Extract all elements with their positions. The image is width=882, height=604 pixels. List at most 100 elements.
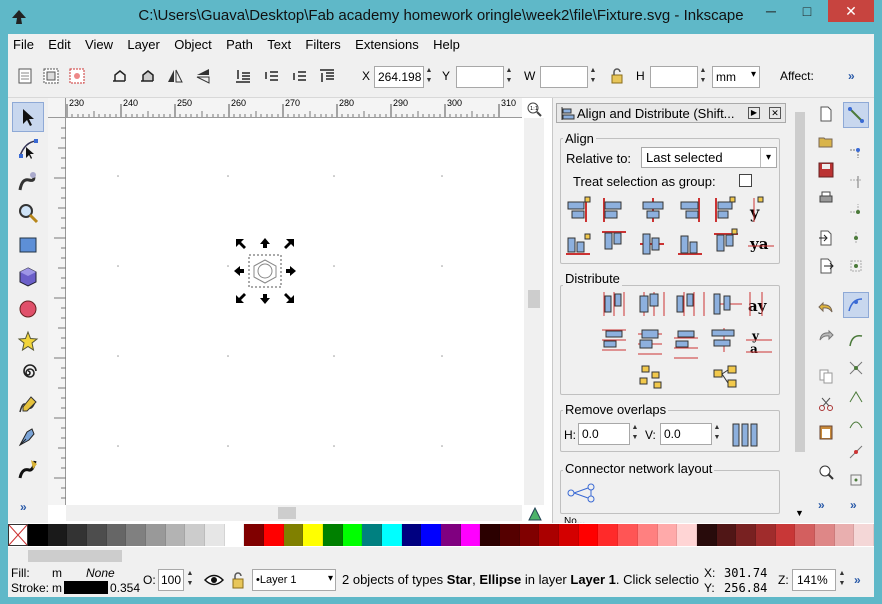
node-tool[interactable] <box>12 134 44 164</box>
color-management-icon[interactable] <box>526 505 544 523</box>
palette-swatch[interactable] <box>126 524 147 546</box>
distribute-centers-vertical-icon[interactable] <box>638 329 662 355</box>
export-icon[interactable] <box>818 258 834 274</box>
x-field[interactable]: 264.198 <box>374 66 424 88</box>
snap-nodes-toggle[interactable] <box>843 292 869 318</box>
distribute-bottom-edges-icon[interactable] <box>674 330 698 359</box>
unclump-icon[interactable] <box>713 365 737 388</box>
copy-icon[interactable] <box>818 368 834 384</box>
panel-scroll-thumb[interactable] <box>795 112 805 452</box>
selected-objects[interactable] <box>248 254 282 288</box>
palette-swatch[interactable] <box>854 524 874 546</box>
cut-icon[interactable] <box>818 396 834 412</box>
center-on-horizontal-axis-icon[interactable] <box>640 233 664 255</box>
distribute-right-edges-icon[interactable] <box>676 292 705 316</box>
align-text-anchors-vertical-icon[interactable]: y <box>749 196 764 222</box>
redo-icon[interactable] <box>818 328 834 344</box>
zoom-field[interactable]: 141% <box>792 569 836 591</box>
menu-path[interactable]: Path <box>221 34 259 52</box>
palette-swatch[interactable] <box>165 524 186 546</box>
align-top-edges-icon[interactable] <box>602 231 626 250</box>
no-paint-swatch[interactable] <box>8 524 28 546</box>
palette-swatch[interactable] <box>264 524 284 546</box>
selector-tool[interactable] <box>12 102 44 132</box>
palette-scrollbar[interactable] <box>8 547 874 565</box>
canvas-horizontal-scrollbar[interactable] <box>66 505 522 521</box>
distribute-gaps-vertical-icon[interactable] <box>711 328 735 352</box>
scroll-thumb[interactable] <box>528 290 540 308</box>
snap-paths-icon[interactable] <box>848 332 864 348</box>
palette-swatch[interactable] <box>106 524 127 546</box>
palette-scroll-thumb[interactable] <box>28 550 122 562</box>
pencil-tool[interactable] <box>12 390 44 420</box>
palette-swatch[interactable] <box>795 524 815 546</box>
snap-bbox-midpoint-icon[interactable] <box>848 230 864 246</box>
palette-swatch[interactable] <box>716 524 737 546</box>
y-spinner[interactable]: ▲ ▼ <box>504 66 514 88</box>
open-folder-icon[interactable] <box>818 134 834 150</box>
palette-swatch[interactable] <box>47 524 68 546</box>
maximize-button[interactable]: □ <box>792 0 822 22</box>
paste-icon[interactable] <box>818 424 834 440</box>
layer-lock-icon[interactable] <box>230 570 246 590</box>
palette-swatch[interactable] <box>146 524 166 546</box>
vertical-ruler[interactable] <box>48 118 66 505</box>
palette-swatch[interactable] <box>598 524 619 546</box>
unit-select[interactable]: mm ▾ <box>712 66 760 88</box>
palette-swatch[interactable] <box>224 524 245 546</box>
snap-smooth-nodes-icon[interactable] <box>848 416 864 432</box>
snap-bbox-corner-icon[interactable] <box>848 202 864 218</box>
rectangle-tool[interactable] <box>12 230 44 260</box>
palette-swatch[interactable] <box>500 524 520 546</box>
overlap-v-spinner[interactable]: ▲ ▼ <box>712 423 722 445</box>
x-spinner[interactable]: ▲ ▼ <box>424 66 434 88</box>
scroll-thumb[interactable] <box>278 507 296 519</box>
flip-vertical-icon[interactable] <box>194 67 212 85</box>
select-all-icon[interactable] <box>16 67 34 85</box>
status-overflow-button[interactable]: » <box>854 573 861 587</box>
commands-overflow-button[interactable]: » <box>818 498 825 512</box>
3d-box-tool[interactable] <box>12 262 44 292</box>
palette-swatch[interactable] <box>539 524 560 546</box>
palette-swatch[interactable] <box>480 524 501 546</box>
distribute-gaps-horizontal-icon[interactable] <box>713 293 742 315</box>
snap-object-centers-icon[interactable] <box>848 472 864 488</box>
layer-select[interactable]: •Layer 1 ▾ <box>252 569 336 591</box>
opacity-spinner[interactable]: ▲ ▼ <box>185 569 195 591</box>
snap-bbox-edge-icon[interactable] <box>848 174 864 190</box>
rotate-ccw-icon[interactable] <box>110 67 128 85</box>
palette-swatch[interactable] <box>244 524 265 546</box>
fill-none-indicator[interactable]: None <box>86 566 115 580</box>
overlap-h-spinner[interactable]: ▲ ▼ <box>630 423 640 445</box>
minimize-button[interactable]: ─ <box>756 0 786 22</box>
zoom-tool[interactable] <box>12 198 44 228</box>
calligraphy-tool[interactable] <box>12 454 44 484</box>
spiral-tool[interactable] <box>12 358 44 388</box>
align-left-edges-icon[interactable] <box>603 198 622 222</box>
close-button[interactable]: ✕ <box>828 0 874 22</box>
menu-layer[interactable]: Layer <box>122 34 166 52</box>
lower-to-bottom-icon[interactable] <box>234 67 252 85</box>
distribute-anchors-horizontal-icon[interactable]: ay <box>748 292 768 316</box>
flip-horizontal-icon[interactable] <box>166 67 184 85</box>
palette-swatch[interactable] <box>637 524 658 546</box>
palette-swatch[interactable] <box>441 524 461 546</box>
palette-swatch[interactable] <box>834 524 855 546</box>
connector-layout-icon[interactable] <box>566 482 596 504</box>
menu-object[interactable]: Object <box>169 34 218 52</box>
snap-cusp-nodes-icon[interactable] <box>848 388 864 404</box>
palette-swatch[interactable] <box>460 524 481 546</box>
rotate-cw-icon[interactable] <box>138 67 156 85</box>
raise-to-top-icon[interactable] <box>318 67 336 85</box>
palette-swatch[interactable] <box>87 524 107 546</box>
menu-text[interactable]: Text <box>262 34 297 52</box>
menu-file[interactable]: File <box>8 34 40 52</box>
menu-edit[interactable]: Edit <box>43 34 76 52</box>
w-field[interactable] <box>540 66 588 88</box>
palette-swatch[interactable] <box>401 524 422 546</box>
lock-icon[interactable] <box>608 67 626 85</box>
palette-swatch[interactable] <box>283 524 304 546</box>
palette-swatch[interactable] <box>28 524 48 546</box>
toolbox-overflow-button[interactable]: » <box>20 500 27 514</box>
palette-swatch[interactable] <box>618 524 638 546</box>
